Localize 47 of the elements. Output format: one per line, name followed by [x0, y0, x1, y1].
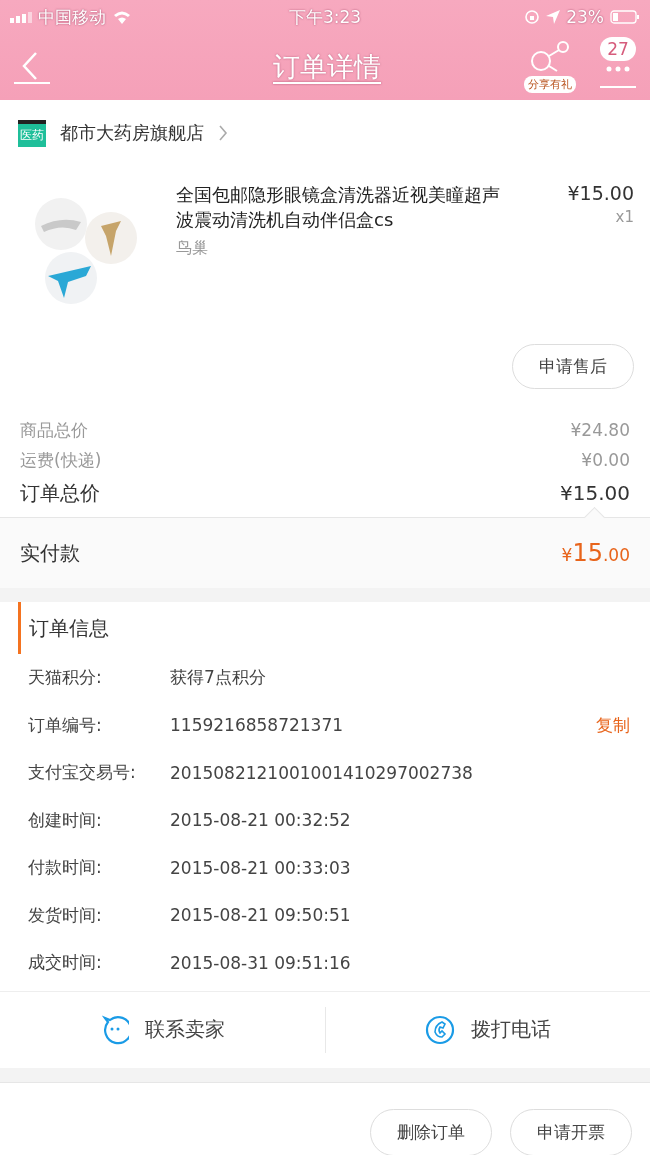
call-button[interactable]: 拨打电话: [325, 991, 650, 1068]
status-time: 下午3:23: [288, 5, 362, 29]
paid-amount: ¥15.00: [561, 539, 630, 567]
section-title: 订单信息: [18, 602, 650, 654]
carrier-name: 中国移动: [38, 5, 106, 29]
product-quantity: x1: [615, 208, 634, 226]
info-value: 2015082121001001410297002738: [170, 762, 474, 783]
info-value: 2015-08-21 00:32:52: [170, 810, 352, 831]
battery-icon: [610, 10, 640, 24]
info-label: 支付宝交易号:: [28, 761, 137, 785]
price-value: ¥0.00: [581, 450, 630, 470]
share-icon[interactable]: [529, 41, 571, 75]
price-label: 商品总价: [20, 418, 88, 442]
invoice-button[interactable]: 申请开票: [510, 1109, 632, 1155]
info-value: 1159216858721371: [170, 715, 345, 736]
location-icon: [546, 10, 561, 24]
price-value: ¥24.80: [570, 420, 630, 440]
delete-order-button[interactable]: 删除订单: [370, 1109, 492, 1155]
price-value: ¥15.00: [560, 481, 630, 505]
after-sales-button[interactable]: 申请售后: [512, 344, 634, 389]
page-title: 订单详情: [272, 50, 382, 84]
share-reward-badge[interactable]: 分享有礼: [524, 76, 576, 93]
contact-seller-button[interactable]: 联系卖家: [0, 991, 325, 1068]
info-value: 2015-08-21 00:33:03: [170, 857, 352, 878]
chevron-right-icon[interactable]: [218, 125, 228, 141]
wifi-icon: [112, 10, 132, 24]
shop-name[interactable]: 都市大药房旗舰店: [60, 121, 204, 145]
info-label: 成交时间:: [28, 951, 103, 975]
info-label: 创建时间:: [28, 808, 103, 832]
message-count-badge: 27: [600, 37, 636, 61]
info-label: 订单编号:: [28, 713, 103, 737]
price-label: 订单总价: [20, 479, 100, 507]
product-variant: 鸟巢: [176, 238, 209, 259]
product-price: ¥15.00: [567, 182, 634, 204]
info-label: 天猫积分:: [28, 666, 103, 690]
paid-label: 实付款: [20, 539, 80, 567]
phone-icon: [424, 1014, 455, 1045]
battery-percent: 23%: [566, 7, 604, 27]
info-value: 2015-08-21 09:50:51: [170, 905, 352, 926]
info-label: 发货时间:: [28, 903, 103, 927]
product-title[interactable]: 全国包邮隐形眼镜盒清洗器近视美瞳超声波震动清洗机自动伴侣盒cs: [176, 182, 516, 232]
info-value: 获得7点积分: [170, 666, 267, 690]
shop-logo: 医药: [18, 119, 46, 147]
signal-icon: [10, 11, 32, 23]
info-label: 付款时间:: [28, 856, 103, 880]
info-value: 2015-08-31 09:51:16: [170, 952, 352, 973]
price-label: 运费(快递): [20, 448, 102, 472]
